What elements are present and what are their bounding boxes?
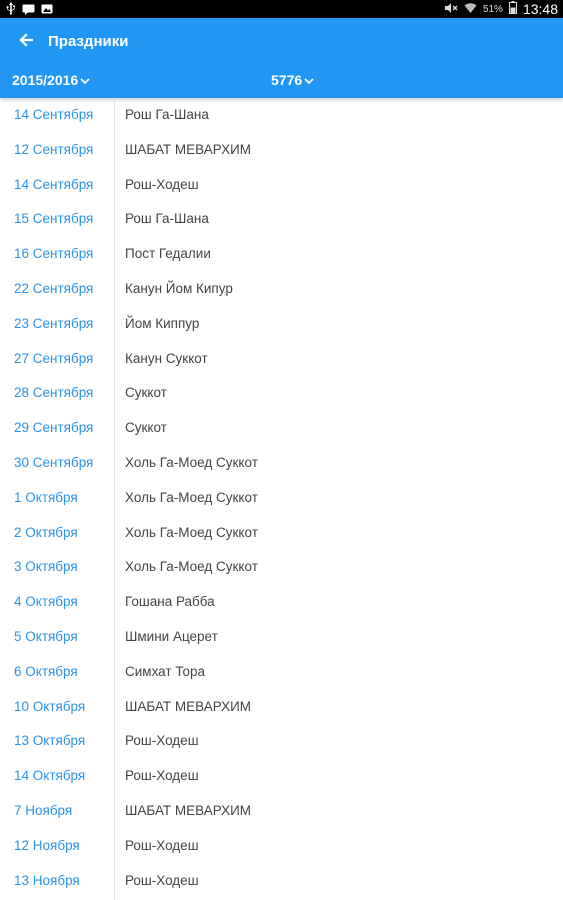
holiday-name: Йом Киппур (125, 315, 200, 331)
hebrew-year-selector[interactable]: 5776 (271, 72, 314, 88)
holiday-row[interactable]: 1 Октября Холь Га-Моед Суккот (0, 481, 563, 516)
holiday-name: ШАБАТ МЕВАРХИМ (125, 141, 252, 157)
holiday-row[interactable]: 4 Октября Гошана Рабба (0, 585, 563, 620)
holiday-date: 4 Октября (14, 594, 78, 610)
year-selector-label: 2015/2016 (12, 72, 79, 88)
holiday-name: Холь Га-Моед Суккот (125, 454, 258, 470)
holiday-row[interactable]: 15 Сентября Рош Га-Шана (0, 202, 563, 237)
holiday-name: Суккот (125, 385, 167, 401)
app-bar: Праздники 2015/2016 5776 (0, 18, 563, 98)
holiday-name: Пост Гедалии (125, 246, 211, 262)
holiday-name: Рош Га-Шана (125, 211, 209, 227)
holiday-date: 7 Ноября (14, 802, 73, 818)
holiday-date: 29 Сентября (14, 420, 94, 436)
arrow-left-icon (18, 32, 34, 53)
holiday-date: 22 Сентября (14, 280, 94, 296)
holiday-row[interactable]: 3 Октября Холь Га-Моед Суккот (0, 550, 563, 585)
holiday-name: Канун Суккот (125, 350, 208, 366)
holiday-row[interactable]: 6 Октября Симхат Тора (0, 655, 563, 690)
back-button[interactable] (12, 30, 40, 54)
holiday-name: Холь Га-Моед Суккот (125, 489, 258, 505)
holiday-row[interactable]: 14 Сентября Рош Га-Шана (0, 98, 563, 133)
holiday-name: Канун Йом Кипур (125, 280, 233, 296)
holiday-date: 15 Сентября (14, 211, 94, 227)
holiday-date: 12 Ноября (14, 837, 80, 853)
wifi-icon (464, 2, 477, 17)
holiday-row[interactable]: 5 Октября Шмини Ацерет (0, 620, 563, 655)
holiday-row[interactable]: 14 Сентября Рош-Ходеш (0, 168, 563, 203)
holiday-row[interactable]: 13 Октября Рош-Ходеш (0, 724, 563, 759)
holiday-date: 13 Ноября (14, 872, 80, 888)
holiday-date: 10 Октября (14, 698, 86, 714)
holiday-date: 14 Сентября (14, 107, 94, 122)
holiday-name: Рош-Ходеш (125, 872, 199, 888)
holiday-name: Холь Га-Моед Суккот (125, 524, 258, 540)
holiday-date: 12 Сентября (14, 141, 94, 157)
holiday-name: Рош Га-Шана (125, 107, 209, 122)
holiday-name: Рош-Ходеш (125, 176, 199, 192)
holiday-row[interactable]: 12 Сентября ШАБАТ МЕВАРХИМ (0, 133, 563, 168)
holiday-date: 2 Октября (14, 524, 78, 540)
holiday-date: 3 Октября (14, 559, 78, 575)
year-selector[interactable]: 2015/2016 (12, 72, 90, 88)
holiday-row[interactable]: 13 Ноября Рош-Ходеш (0, 864, 563, 899)
holiday-name: Гошана Рабба (125, 594, 215, 610)
holiday-row[interactable]: 16 Сентября Пост Гедалии (0, 237, 563, 272)
status-bar: 51% 13:48 (0, 0, 563, 18)
page-title: Праздники (48, 33, 129, 50)
holiday-row[interactable]: 23 Сентября Йом Киппур (0, 307, 563, 342)
holiday-row[interactable]: 29 Сентября Суккот (0, 411, 563, 446)
holiday-list: 14 Сентября Рош Га-Шана 12 Сентября ШАБАТ М… (0, 98, 563, 898)
holiday-date: 28 Сентября (14, 385, 94, 401)
system-status: 51% 13:48 (444, 0, 558, 18)
hebrew-year-selector-label: 5776 (271, 72, 303, 88)
holiday-date: 16 Сентября (14, 246, 94, 262)
holiday-name: ШАБАТ МЕВАРХИМ (125, 698, 252, 714)
holiday-date: 14 Сентября (14, 176, 94, 192)
battery-icon (508, 1, 517, 17)
holiday-row[interactable]: 30 Сентября Холь Га-Моед Суккот (0, 446, 563, 481)
clock: 13:48 (522, 1, 558, 17)
holiday-row[interactable]: 10 Октября ШАБАТ МЕВАРХИМ (0, 690, 563, 725)
holiday-row[interactable]: 7 Ноября ШАБАТ МЕВАРХИМ (0, 794, 563, 829)
holiday-row[interactable]: 12 Ноября Рош-Ходеш (0, 829, 563, 864)
holiday-name: Шмини Ацерет (125, 628, 218, 644)
holiday-name: ШАБАТ МЕВАРХИМ (125, 802, 252, 818)
holiday-row[interactable]: 2 Октября Холь Га-Моед Суккот (0, 516, 563, 551)
holiday-date: 23 Сентября (14, 315, 94, 331)
holiday-name: Холь Га-Моед Суккот (125, 559, 258, 575)
holiday-date: 1 Октября (14, 489, 78, 505)
holiday-date: 27 Сентября (14, 350, 94, 366)
holiday-date: 5 Октября (14, 628, 78, 644)
holiday-name: Рош-Ходеш (125, 733, 199, 749)
holiday-date: 30 Сентября (14, 454, 94, 470)
holiday-date: 6 Октября (14, 663, 78, 679)
holiday-name: Суккот (125, 420, 167, 436)
holiday-row[interactable]: 28 Сентября Суккот (0, 376, 563, 411)
holiday-date: 14 Октября (14, 768, 86, 784)
holiday-name: Симхат Тора (125, 663, 206, 679)
holiday-row[interactable]: 22 Сентября Канун Йом Кипур (0, 272, 563, 307)
holiday-row[interactable]: 14 Октября Рош-Ходеш (0, 759, 563, 794)
mute-icon (444, 2, 458, 17)
holiday-row[interactable]: 27 Сентября Канун Суккот (0, 342, 563, 377)
holiday-name: Рош-Ходеш (125, 768, 199, 784)
chevron-down-icon (304, 72, 314, 88)
holiday-name: Рош-Ходеш (125, 837, 199, 853)
chevron-down-icon (80, 72, 90, 88)
holiday-date: 13 Октября (14, 733, 86, 749)
battery-percent: 51% (482, 3, 503, 15)
